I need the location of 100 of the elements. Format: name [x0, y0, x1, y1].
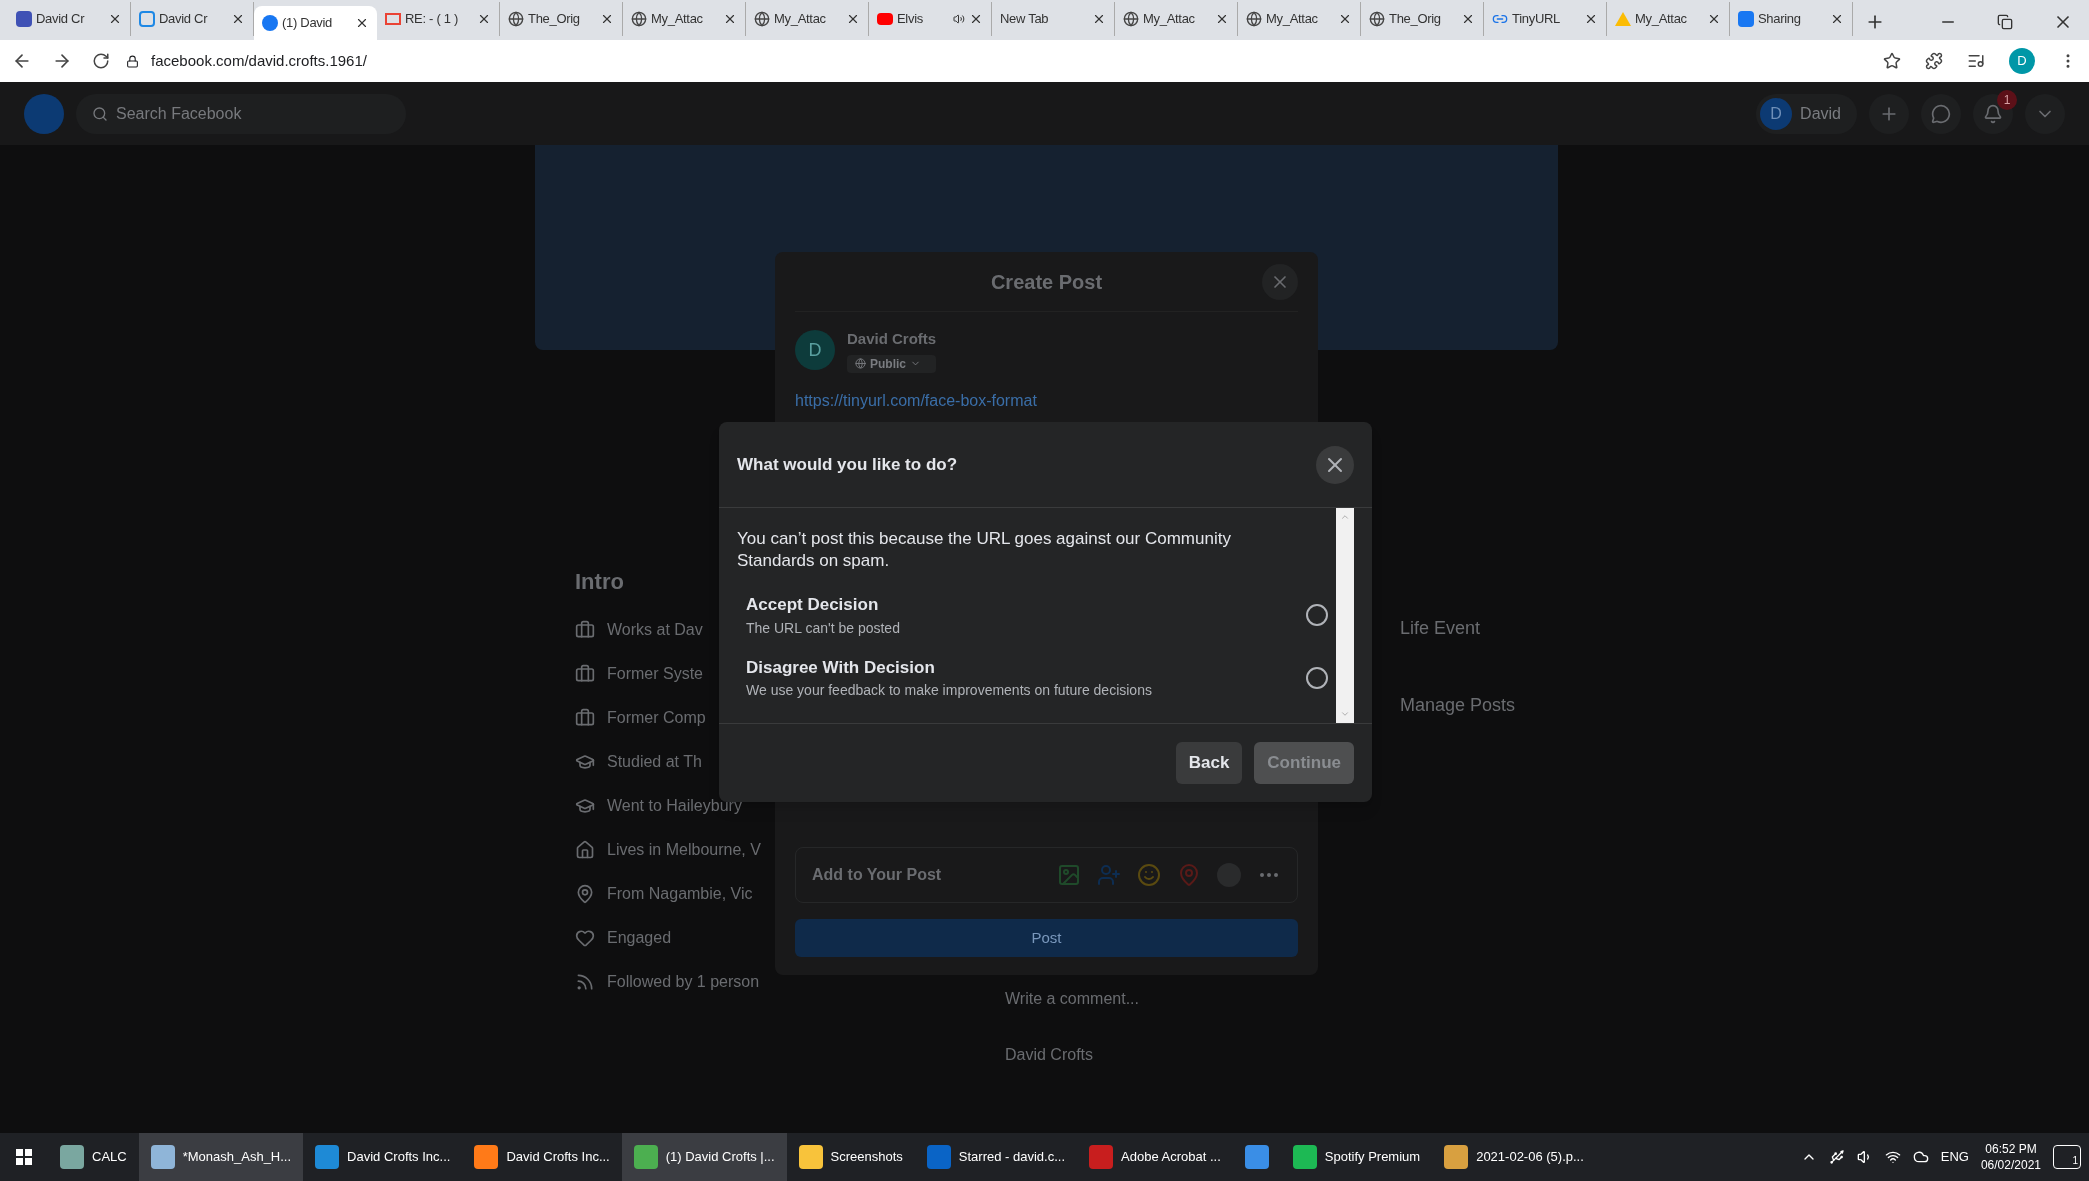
browser-tab[interactable]: My_Attac [623, 2, 746, 36]
intro-item: Former Comp [607, 708, 706, 728]
browser-tab[interactable]: My_Attac [1607, 2, 1730, 36]
intro-item-icon [575, 972, 595, 992]
profile-action[interactable]: Life Event [1400, 615, 1516, 642]
browser-tab[interactable]: My_Attac [1115, 2, 1238, 36]
tab-title: Elvis [897, 10, 923, 29]
dialog-title: What would you like to do? [737, 453, 958, 476]
decision-option[interactable]: Accept Decision The URL can't be posted [746, 592, 1328, 639]
browser-tab[interactable]: RE: - ( 1 ) [377, 2, 500, 36]
usb-icon[interactable] [1828, 1149, 1845, 1165]
language-indicator[interactable]: ENG [1940, 1147, 1969, 1167]
close-icon[interactable] [846, 12, 860, 26]
wifi-icon[interactable] [1884, 1149, 1901, 1165]
browser-tab[interactable]: New Tab [992, 2, 1115, 36]
tab-title: My_Attac [1143, 10, 1195, 29]
user-name: David [1800, 103, 1841, 124]
clock-date[interactable]: 06/02/2021 [1980, 1157, 2041, 1173]
close-icon[interactable] [108, 12, 122, 26]
comment-field[interactable]: Write a comment... [1005, 987, 1139, 1011]
author-name: David Crofts [847, 329, 937, 349]
close-icon[interactable] [355, 16, 369, 30]
triangle-icon [1615, 12, 1631, 26]
search-field[interactable]: Search Facebook [76, 93, 406, 134]
browser-tab[interactable]: Sharing [1730, 2, 1853, 36]
intro-heading: Intro [575, 568, 625, 596]
globe-icon [1246, 11, 1262, 27]
browser-tab[interactable]: The_Orig [500, 2, 623, 36]
close-icon[interactable] [1461, 12, 1475, 26]
browser-tab[interactable]: My_Attac [1238, 2, 1361, 36]
profile-chip[interactable]: D David [1756, 93, 1857, 134]
taskbar-app[interactable]: Spotify Premium [1280, 1133, 1433, 1181]
post-author: David Crofts [1005, 1045, 1095, 1065]
browser-tab[interactable]: (1) David [254, 6, 377, 40]
globe-icon [508, 11, 524, 27]
close-icon[interactable] [1215, 12, 1229, 26]
close-icon[interactable] [723, 12, 737, 26]
close-icon[interactable] [477, 12, 491, 26]
intro-item-icon [575, 620, 595, 640]
close-icon[interactable] [1092, 12, 1106, 26]
close-icon[interactable] [1707, 12, 1721, 26]
intro-item: Went to Haileybury [607, 796, 742, 816]
windows-start-icon[interactable] [16, 1149, 32, 1165]
close-icon[interactable] [969, 12, 983, 26]
taskbar-app[interactable]: *Monash_Ash_H... [138, 1133, 304, 1181]
reload-icon[interactable] [92, 52, 110, 70]
taskbar-app[interactable]: Screenshots [786, 1133, 915, 1181]
browser-tab[interactable]: The_Orig [1361, 2, 1484, 36]
restore-icon[interactable] [1997, 14, 2013, 30]
taskbar-app[interactable]: Adobe Acrobat ... [1077, 1133, 1233, 1181]
post-button[interactable]: Post [795, 919, 1298, 957]
intro-item-icon [575, 884, 595, 904]
taskbar-app[interactable]: David Crofts Inc... [303, 1133, 463, 1181]
radio-button[interactable] [1306, 604, 1328, 627]
media-icon[interactable] [1967, 52, 1985, 70]
taskbar-app[interactable]: CALC [48, 1133, 139, 1181]
decision-option[interactable]: Disagree With Decision We use your feedback to make improvements on future decisions [746, 654, 1328, 701]
messenger-button[interactable] [1921, 93, 1961, 134]
option-description: The URL can't be posted [746, 618, 901, 638]
taskbar-app[interactable]: David Crofts Inc... [462, 1133, 622, 1181]
option-description: We use your feedback to make improvements on future decisions [746, 681, 1153, 700]
close-icon[interactable] [1830, 12, 1844, 26]
intro-item-icon [575, 796, 595, 816]
close-button[interactable] [1316, 445, 1354, 484]
profile-action[interactable]: Manage Posts [1400, 692, 1516, 719]
close-icon[interactable] [231, 12, 245, 26]
profile-avatar[interactable]: D [2009, 48, 2035, 74]
add-to-post-label: Add to Your Post [812, 865, 942, 885]
puzzle-icon[interactable] [1925, 52, 1943, 70]
close-icon[interactable] [600, 12, 614, 26]
create-button[interactable] [1869, 93, 1909, 134]
tab-title: The_Orig [1389, 10, 1441, 29]
tab-title: RE: - ( 1 ) [405, 10, 459, 29]
avatar: D [795, 330, 835, 371]
bookmark-star-icon[interactable] [1883, 52, 1901, 70]
close-icon[interactable] [1338, 12, 1352, 26]
close-icon[interactable] [1584, 12, 1598, 26]
tab-title: (1) David [282, 14, 333, 33]
taskbar-app[interactable]: Starred - david.c... [914, 1133, 1078, 1181]
address-field[interactable]: facebook.com/david.crofts.1961/ [126, 49, 367, 73]
tab-title: My_Attac [651, 10, 703, 29]
back-button[interactable]: Back [1175, 742, 1243, 784]
clock-time[interactable]: 06:52 PM [1985, 1141, 2037, 1157]
taskbar-app[interactable]: 2021-02-06 (5).p... [1432, 1133, 1596, 1181]
intro-item: Works at Dav [607, 620, 703, 640]
browser-tab[interactable]: Elvis [869, 2, 992, 36]
browser-tab[interactable]: TinyURL [1484, 2, 1607, 36]
radio-button[interactable] [1306, 666, 1328, 689]
taskbar-app[interactable]: (1) David Crofts |... [621, 1133, 787, 1181]
globe-icon [855, 358, 866, 369]
globe-icon [631, 11, 647, 27]
notification-center-button[interactable]: 1 [2053, 1145, 2081, 1169]
browser-tab[interactable]: My_Attac [746, 2, 869, 36]
globe-icon [1369, 11, 1385, 27]
audience-button[interactable]: Public [847, 354, 937, 373]
browser-tab[interactable]: David Cr [8, 2, 131, 36]
intro-item: From Nagambie, Vic [607, 884, 753, 904]
intro-item: Former Syste [607, 664, 703, 684]
cloud-icon[interactable] [1912, 1149, 1929, 1165]
intro-item: Engaged [607, 928, 672, 948]
